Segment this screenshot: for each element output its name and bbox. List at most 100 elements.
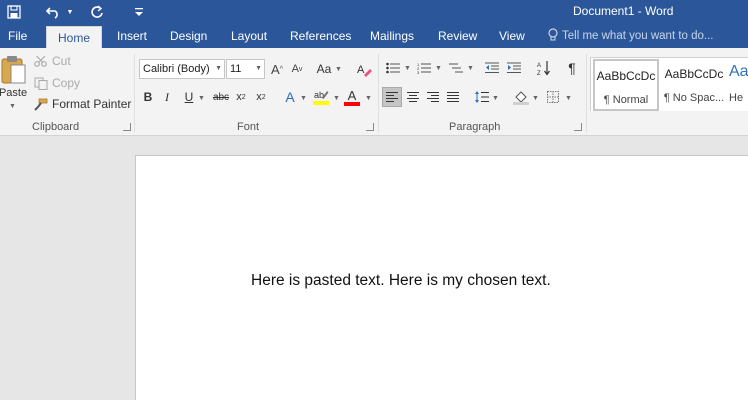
underline-dropdown-icon[interactable]: ▼: [198, 95, 205, 102]
scissors-icon: [34, 55, 47, 67]
paste-icon[interactable]: [0, 54, 28, 86]
highlight-icon[interactable]: ab: [312, 87, 330, 107]
copy-button: Copy: [34, 76, 80, 90]
style-heading[interactable]: Aa He: [729, 59, 748, 111]
tab-review[interactable]: Review: [438, 24, 477, 48]
style-sample: AaBbCcDc: [664, 67, 724, 81]
style-name: ¶ Normal: [603, 94, 649, 106]
customize-qat-icon[interactable]: [133, 0, 145, 24]
tab-home[interactable]: Home: [46, 26, 102, 48]
copy-icon: [34, 77, 48, 90]
svg-text:A: A: [357, 64, 365, 76]
align-left-icon[interactable]: [382, 87, 402, 107]
sort-icon[interactable]: AZ: [536, 59, 552, 77]
font-color-label: A: [347, 87, 357, 103]
text-effects-dropdown-icon[interactable]: ▼: [300, 95, 307, 102]
cut-button: Cut: [34, 54, 71, 68]
paste-button[interactable]: Paste: [0, 86, 27, 100]
clipboard-group-label: Clipboard: [32, 121, 80, 133]
tab-insert[interactable]: Insert: [117, 24, 147, 48]
superscript-button[interactable]: x2: [254, 88, 268, 106]
svg-text:A: A: [537, 63, 541, 69]
borders-dropdown-icon[interactable]: ▼: [565, 95, 572, 102]
tab-file[interactable]: File: [8, 24, 27, 48]
shading-dropdown-icon[interactable]: ▼: [532, 95, 539, 102]
svg-text:Z: Z: [537, 71, 541, 76]
borders-icon[interactable]: [545, 87, 561, 107]
font-name-dropdown-icon[interactable]: ▼: [215, 60, 222, 78]
text-effects-button[interactable]: A: [282, 87, 298, 107]
tab-mailings[interactable]: Mailings: [370, 24, 414, 48]
tab-layout[interactable]: Layout: [231, 24, 267, 48]
highlight-dropdown-icon[interactable]: ▼: [333, 95, 340, 102]
font-color-dropdown-icon[interactable]: ▼: [365, 95, 372, 102]
font-color-icon[interactable]: A: [343, 87, 361, 107]
font-group-label: Font: [237, 121, 260, 133]
ribbon-separator: [134, 54, 135, 132]
copy-label: Copy: [52, 76, 81, 90]
document-page[interactable]: Here is pasted text. Here is my chosen t…: [135, 155, 748, 400]
tab-view[interactable]: View: [499, 24, 525, 48]
bullets-dropdown-icon[interactable]: ▼: [404, 65, 411, 72]
style-name: He: [729, 92, 744, 104]
font-name-box[interactable]: Calibri (Body) ▼: [139, 59, 225, 79]
shading-icon[interactable]: [512, 87, 530, 107]
redo-icon[interactable]: [88, 0, 106, 24]
bullets-icon[interactable]: [385, 60, 401, 76]
subscript-button[interactable]: x2: [234, 88, 248, 106]
increase-indent-icon[interactable]: [506, 60, 522, 76]
document-workspace: Here is pasted text. Here is my chosen t…: [0, 136, 748, 400]
change-case-button[interactable]: Aa: [314, 60, 334, 78]
numbering-dropdown-icon[interactable]: ▼: [435, 65, 442, 72]
font-size-value: 11: [230, 63, 242, 75]
multilevel-dropdown-icon[interactable]: ▼: [467, 65, 474, 72]
paste-dropdown-icon[interactable]: ▼: [9, 103, 16, 110]
line-spacing-dropdown-icon[interactable]: ▼: [492, 95, 499, 102]
underline-button[interactable]: U: [182, 88, 196, 106]
numbering-icon[interactable]: 123: [416, 60, 432, 76]
undo-icon[interactable]: [44, 0, 62, 24]
align-right-icon[interactable]: [424, 87, 442, 107]
svg-text:ab: ab: [314, 90, 324, 100]
style-sample: AaBbCcDc: [596, 69, 656, 83]
grow-font-icon[interactable]: A ^: [269, 60, 285, 78]
change-case-dropdown-icon[interactable]: ▼: [335, 66, 342, 73]
undo-dropdown-icon[interactable]: ▼: [65, 0, 75, 24]
italic-button[interactable]: I: [160, 88, 174, 106]
strikethrough-button[interactable]: abc: [211, 88, 231, 106]
font-color-swatch: [344, 101, 360, 106]
ribbon-separator: [586, 54, 587, 132]
svg-text:3: 3: [417, 70, 420, 74]
tab-design[interactable]: Design: [170, 24, 207, 48]
style-name: ¶ No Spac...: [663, 92, 725, 104]
tell-me-placeholder: Tell me what you want to do...: [562, 30, 714, 42]
style-normal[interactable]: AaBbCcDc ¶ Normal: [593, 59, 659, 111]
tell-me-box[interactable]: Tell me what you want to do...: [548, 24, 714, 48]
font-size-box[interactable]: 11 ▼: [226, 59, 265, 79]
font-dialog-launcher[interactable]: [366, 123, 374, 131]
clipboard-dialog-launcher[interactable]: [123, 123, 131, 131]
clear-formatting-icon[interactable]: A: [354, 59, 374, 79]
font-size-dropdown-icon[interactable]: ▼: [255, 60, 262, 78]
align-center-icon[interactable]: [404, 87, 422, 107]
line-spacing-icon[interactable]: [474, 87, 490, 107]
save-icon[interactable]: [3, 0, 25, 24]
ribbon-separator: [378, 54, 379, 132]
format-painter-button[interactable]: Format Painter: [34, 97, 131, 111]
cut-label: Cut: [52, 54, 71, 68]
show-marks-button[interactable]: ¶: [564, 59, 580, 77]
document-text[interactable]: Here is pasted text. Here is my chosen t…: [251, 272, 551, 290]
style-no-spacing[interactable]: AaBbCcDc ¶ No Spac...: [661, 59, 727, 111]
style-sample: Aa: [729, 63, 748, 80]
styles-gallery: AaBbCcDc ¶ Normal AaBbCcDc ¶ No Spac... …: [590, 57, 748, 111]
tab-references[interactable]: References: [290, 24, 351, 48]
justify-icon[interactable]: [444, 87, 462, 107]
font-name-value: Calibri (Body): [143, 63, 210, 75]
decrease-indent-icon[interactable]: [484, 60, 500, 76]
bold-button[interactable]: B: [141, 88, 155, 106]
paragraph-dialog-launcher[interactable]: [574, 123, 582, 131]
multilevel-list-icon[interactable]: [448, 60, 464, 76]
shrink-font-icon[interactable]: Av: [289, 60, 305, 78]
lightbulb-icon: [548, 28, 558, 41]
title-bar: ▼ Document1 - Word: [0, 0, 748, 24]
